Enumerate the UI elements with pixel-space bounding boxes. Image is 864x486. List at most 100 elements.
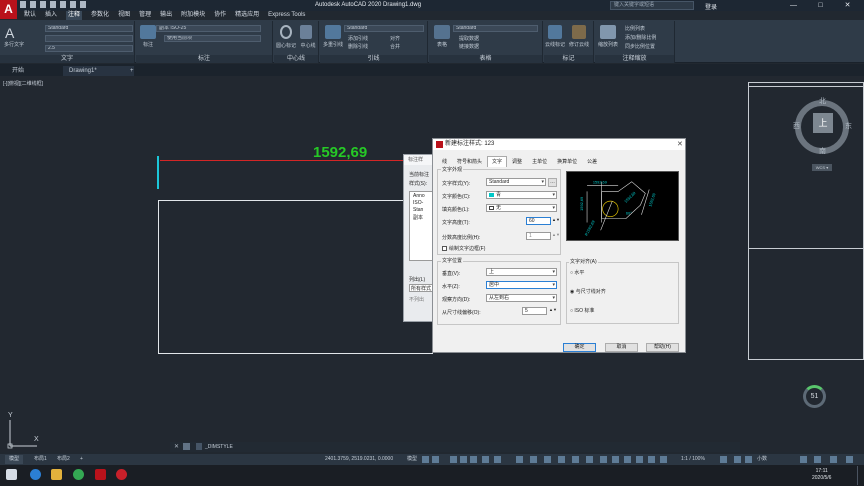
dimension-label[interactable]: 标注 <box>136 41 160 48</box>
save-as-icon[interactable] <box>50 1 56 8</box>
tab-featured-apps[interactable]: 精选应用 <box>235 11 259 20</box>
text-color-dropdown[interactable]: 青 ▾ <box>486 191 557 199</box>
style-item-copy[interactable]: 副本 <box>413 214 423 221</box>
style-item-iso[interactable]: ISO- <box>413 200 423 206</box>
add-leader-button[interactable]: 添加引线 <box>348 35 368 42</box>
revcloud-icon[interactable] <box>572 25 586 39</box>
tab-manage[interactable]: 管理 <box>139 11 151 20</box>
dimension-line[interactable] <box>160 160 433 161</box>
new-icon[interactable] <box>20 1 26 8</box>
file-explorer-icon[interactable] <box>51 469 62 480</box>
center-mark-label[interactable]: 圆心标记 <box>276 42 296 49</box>
hardware-acceleration-icon[interactable] <box>830 456 837 463</box>
quick-properties-icon[interactable] <box>800 456 807 463</box>
wcs-menu[interactable]: WCS ▾ <box>812 164 832 171</box>
collect-leader-button[interactable]: 合并 <box>390 43 400 50</box>
viewcube-top-face[interactable]: 上 <box>813 113 833 133</box>
model-space-button[interactable]: 模型 <box>407 455 417 464</box>
annotation-visibility-icon[interactable] <box>612 456 619 463</box>
dynamic-ucs-icon[interactable] <box>572 456 579 463</box>
offset-spinner[interactable]: ▲▼ <box>549 307 557 312</box>
sync-scale-positions-button[interactable]: 同步比例位置 <box>625 43 655 50</box>
units-readout[interactable]: 小数 <box>757 455 767 464</box>
centerline-label[interactable]: 中心线 <box>298 42 318 49</box>
text-font-combo[interactable] <box>45 35 133 42</box>
snap-icon[interactable] <box>432 456 439 463</box>
steering-wheel-zoom[interactable]: 51 <box>803 385 826 408</box>
command-close-icon[interactable]: ✕ <box>174 443 179 450</box>
layout-tab-2[interactable]: 布局2 <box>53 455 74 464</box>
close-window-button[interactable]: ✕ <box>834 0 861 11</box>
scale-list-button[interactable]: 比例列表 <box>625 25 645 32</box>
application-menu-button[interactable]: A <box>0 0 17 19</box>
tab-view[interactable]: 视图 <box>118 11 130 20</box>
table-label[interactable]: 表格 <box>432 41 452 48</box>
annotation-scale-readout[interactable]: 1:1 / 100% <box>681 455 705 464</box>
markup-label[interactable]: 云线标记 <box>544 41 566 48</box>
cancel-button[interactable]: 取消 <box>605 343 638 352</box>
align-iso-radio[interactable]: ○ ISO 标准 <box>570 307 594 314</box>
dont-list-xref-checkbox[interactable]: 不列出 <box>409 296 424 303</box>
annotation-monitor-icon[interactable] <box>660 456 667 463</box>
polar-icon[interactable] <box>460 456 467 463</box>
gizmo-icon[interactable] <box>600 456 607 463</box>
tab-insert[interactable]: 插入 <box>45 11 57 20</box>
object-snap-icon[interactable] <box>494 456 501 463</box>
text-height-input[interactable]: 60 <box>526 217 551 225</box>
maximize-button[interactable]: □ <box>807 0 834 11</box>
plot-icon[interactable] <box>60 1 66 8</box>
edge-icon[interactable] <box>30 469 41 480</box>
scale-list-icon[interactable] <box>600 25 616 39</box>
new-tab-button[interactable]: + <box>124 66 140 76</box>
transparency-icon[interactable] <box>530 456 537 463</box>
isolate-objects-icon[interactable] <box>745 456 752 463</box>
layout-tab-1[interactable]: 布局1 <box>30 455 51 464</box>
view-direction-dropdown[interactable]: 从左到右 ▾ <box>486 294 557 302</box>
lock-ui-icon[interactable] <box>734 456 741 463</box>
text-style-combo[interactable]: Standard <box>45 25 133 32</box>
text-panel-title[interactable]: 文字 <box>0 55 134 63</box>
taskbar-clock[interactable]: 17:11 2020/5/6 <box>812 468 831 482</box>
add-delete-scales-button[interactable]: 添加/删除比例 <box>625 34 656 41</box>
text-height-combo[interactable]: 2.5 <box>45 45 133 52</box>
table-icon[interactable] <box>434 25 450 39</box>
lineweight-icon[interactable] <box>516 456 523 463</box>
command-line[interactable] <box>170 442 740 452</box>
tab-text[interactable]: 文字 <box>487 156 508 167</box>
help-button[interactable]: 帮助(H) <box>646 343 679 352</box>
add-layout-button[interactable]: + <box>76 455 87 464</box>
style-item-standard[interactable]: Stan <box>413 207 423 213</box>
multileader-label[interactable]: 多重引线 <box>320 41 346 48</box>
drawn-rectangle[interactable] <box>158 200 433 354</box>
multiline-text-label[interactable]: 多行文字 <box>2 41 26 48</box>
tab-annotate[interactable]: 注释 <box>66 11 83 20</box>
tab-alternate-units[interactable]: 换算单位 <box>552 156 582 167</box>
dialog-close-button[interactable]: ✕ <box>677 140 683 148</box>
auto-scale-icon[interactable] <box>624 456 631 463</box>
link-data-button[interactable]: 链接数据 <box>459 43 479 50</box>
wrench-icon[interactable] <box>183 443 190 450</box>
horizontal-dropdown[interactable]: 居中 ▾ <box>486 281 557 289</box>
dimension-layer-combo[interactable]: 使用当前项 <box>164 35 261 42</box>
style-item-annotative[interactable]: Anno <box>413 193 425 199</box>
markup-panel-title[interactable]: 标记 <box>544 55 593 63</box>
sign-in-button[interactable]: 登录 <box>705 2 717 11</box>
multileader-icon[interactable] <box>325 25 341 39</box>
layout-tab-model[interactable]: 模型 <box>5 455 24 464</box>
viewcube-north[interactable]: 北 <box>819 96 826 106</box>
multileader-style-combo[interactable]: Standard <box>344 25 424 32</box>
align-horizontal-radio[interactable]: ○ 水平 <box>570 269 584 276</box>
undo-icon[interactable] <box>70 1 76 8</box>
customization-menu-icon[interactable] <box>846 456 853 463</box>
revcloud-label[interactable]: 修订云线 <box>568 41 590 48</box>
tab-tolerances[interactable]: 公差 <box>582 156 602 167</box>
table-style-combo[interactable]: Standard <box>453 25 538 32</box>
dimension-icon[interactable] <box>140 25 156 39</box>
open-icon[interactable] <box>30 1 36 8</box>
extract-data-button[interactable]: 提取数据 <box>459 35 479 42</box>
settings-gear-icon[interactable] <box>720 456 727 463</box>
clean-screen-icon[interactable] <box>814 456 821 463</box>
redo-icon[interactable] <box>80 1 86 8</box>
centerline-icon[interactable] <box>300 25 312 39</box>
autocad-taskbar-icon[interactable] <box>95 469 106 480</box>
